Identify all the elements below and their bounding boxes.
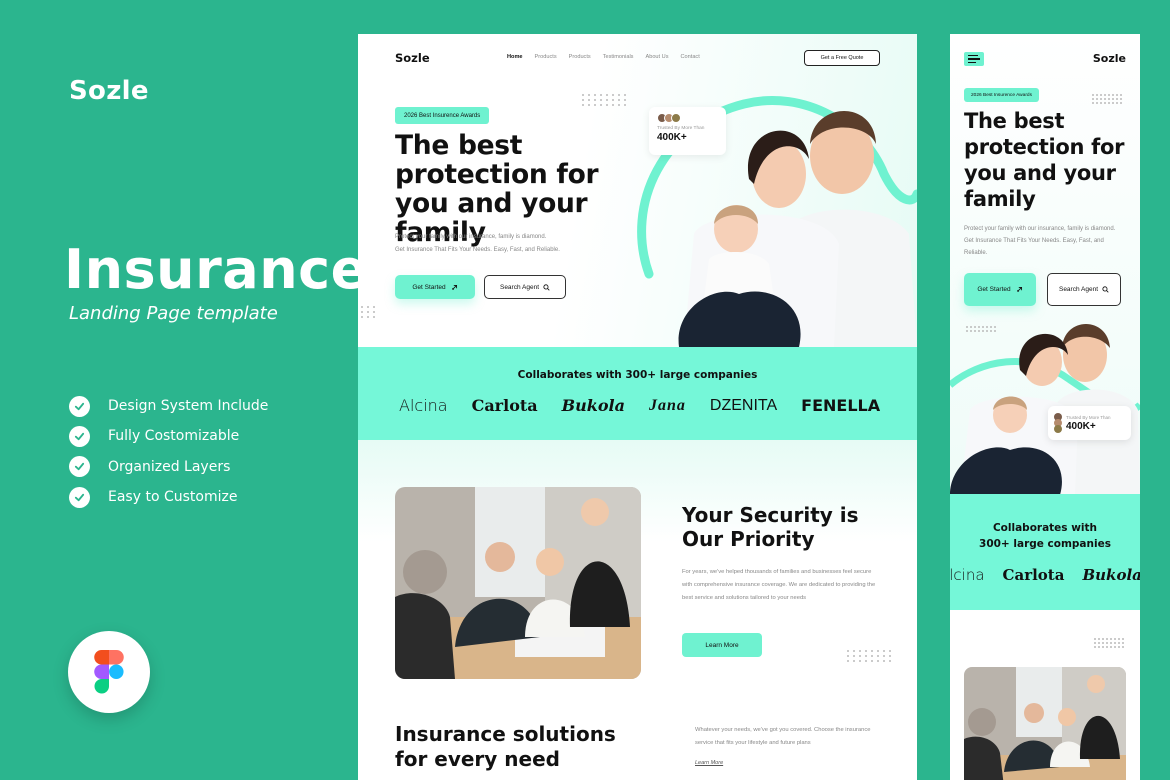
main-nav: Home Products Products Testimonials Abou…	[507, 54, 700, 60]
get-started-button[interactable]: Get Started	[395, 275, 475, 299]
feature-label: Organized Layers	[108, 458, 231, 475]
mobile-hero: Sozle 2026 Best Insurence Awards The bes…	[950, 34, 1140, 495]
mobile-trust-card: Trusted By More Than 400K+	[1048, 406, 1131, 440]
mobile-award-badge: 2026 Best Insurence Awards	[964, 88, 1039, 102]
hero-description-line1: Protect your family with our insurance, …	[395, 234, 547, 240]
mobile-family-photo	[950, 310, 1140, 495]
feature-item: Organized Layers	[69, 452, 268, 482]
award-badge: 2026 Best Insurence Awards	[395, 107, 490, 124]
feature-label: Design System Include	[108, 398, 269, 415]
trust-card: Trusted By More Than 400K+	[649, 107, 726, 155]
check-circle-icon	[69, 486, 90, 508]
search-agent-button[interactable]: Search Agent	[484, 275, 566, 299]
mobile-trust-label: Trusted By More Than	[1066, 414, 1111, 420]
meeting-photo	[395, 487, 641, 679]
nav-logo[interactable]: Sozle	[395, 51, 430, 65]
partner-logo-bukola: Bukola	[561, 396, 625, 415]
mobile-collab-title-line2: 300+ large companies	[979, 538, 1111, 550]
feature-item: Easy to Customize	[69, 482, 268, 512]
figma-logo-icon	[94, 650, 124, 694]
mobile-search-agent-label: Search Agent	[1058, 286, 1099, 293]
trust-label: Trusted By More Than	[657, 126, 705, 131]
hero-title: The best protection for you and your fam…	[395, 130, 599, 248]
mobile-partner-logos: Alcina Carlota Bukola	[950, 566, 1140, 584]
hero-section: Sozle Home Products Products Testimonial…	[358, 34, 917, 347]
dot-pattern	[1094, 638, 1124, 648]
feature-item: Design System Include	[69, 391, 268, 421]
promo-subtitle: Landing Page template	[69, 303, 278, 324]
nav-link-products-2[interactable]: Products	[569, 54, 591, 60]
trust-value: 400K+	[657, 132, 687, 143]
avatar-group	[1054, 413, 1062, 433]
mobile-collab-title: Collaborates with 300+ large companies	[950, 520, 1140, 552]
check-circle-icon	[69, 456, 90, 478]
mobile-trust-value: 400K+	[1066, 420, 1096, 432]
mobile-get-started-button[interactable]: Get Started	[964, 273, 1036, 306]
hero-description: Protect your family with our insurance, …	[395, 231, 615, 257]
security-title: Your Security is Our Priority	[682, 503, 859, 551]
get-started-label: Get Started	[412, 283, 446, 291]
search-icon	[1102, 286, 1109, 293]
hamburger-menu-icon[interactable]	[964, 52, 984, 66]
nav-link-home[interactable]: Home	[507, 54, 523, 60]
feature-label: Easy to Customize	[108, 489, 238, 506]
learn-more-button[interactable]: Learn More	[682, 633, 762, 657]
nav-link-about[interactable]: About Us	[645, 54, 668, 60]
mobile-search-agent-button[interactable]: Search Agent	[1047, 273, 1121, 306]
figma-badge	[68, 631, 150, 713]
partner-logo-bukola: Bukola	[1082, 566, 1140, 584]
feature-label: Fully Costomizable	[108, 428, 240, 445]
nav-link-contact[interactable]: Contact	[681, 54, 700, 60]
promo-brand: Sozle	[69, 76, 149, 106]
nav-link-products[interactable]: Products	[535, 54, 557, 60]
partner-logo-carlota: Carlota	[471, 396, 538, 415]
collab-section: Collaborates with 300+ large companies A…	[358, 347, 917, 440]
mobile-hero-title: The best protection for you and your fam…	[964, 109, 1125, 211]
partner-logo-fenella: FENELLA	[801, 396, 881, 415]
dot-pattern	[361, 306, 375, 318]
check-circle-icon	[69, 425, 90, 447]
dot-pattern	[1092, 94, 1122, 104]
mobile-meeting-photo	[964, 667, 1126, 780]
check-circle-icon	[69, 395, 90, 417]
nav-link-testimonials[interactable]: Testimonials	[603, 54, 634, 60]
partner-logo-carlota: Carlota	[1002, 566, 1065, 584]
dot-pattern	[847, 650, 891, 662]
promo-title: Insurance	[64, 238, 368, 301]
mobile-collab-title-line1: Collaborates with	[992, 522, 1098, 534]
free-quote-button[interactable]: Get a Free Quote	[804, 50, 880, 66]
mobile-collab-section: Collaborates with 300+ large companies A…	[950, 494, 1140, 610]
partner-logo-jana: Jana	[648, 396, 686, 414]
hero-description-line2: Get Insurance That Fits Your Needs. Easy…	[395, 247, 560, 253]
security-description: For years, we've helped thousands of fam…	[682, 569, 876, 601]
dot-pattern	[582, 94, 626, 106]
mobile-logo[interactable]: Sozle	[1093, 52, 1126, 65]
search-icon	[543, 283, 550, 291]
feature-list: Design System Include Fully Costomizable…	[69, 391, 268, 512]
partner-logo-dzenita: DZENITA	[709, 396, 778, 414]
search-agent-label: Search Agent	[499, 283, 540, 291]
mobile-mockup: Sozle 2026 Best Insurence Awards The bes…	[950, 34, 1140, 780]
desktop-mockup: Sozle Home Products Products Testimonial…	[358, 34, 917, 780]
solutions-learn-more-link[interactable]: Learn More	[695, 760, 723, 766]
avatar-group	[657, 113, 718, 123]
mobile-get-started-label: Get Started	[977, 286, 1011, 293]
partner-logo-alcina: Alcina	[399, 396, 448, 415]
avatar	[1054, 425, 1062, 433]
feature-item: Fully Costomizable	[69, 421, 268, 451]
solutions-title: Insurance solutions for every need	[395, 722, 616, 771]
rocket-icon	[1016, 286, 1022, 292]
mobile-hero-description: Protect your family with our insurance, …	[964, 226, 1116, 256]
collab-title: Collaborates with 300+ large companies	[517, 369, 758, 381]
solutions-description: Whatever your needs, we've got you cover…	[695, 727, 871, 746]
avatar	[671, 113, 681, 123]
partner-logos: Alcina Carlota Bukola Jana DZENITA FENEL…	[399, 396, 904, 415]
partner-logo-alcina: Alcina	[950, 566, 985, 584]
rocket-icon	[451, 284, 457, 290]
